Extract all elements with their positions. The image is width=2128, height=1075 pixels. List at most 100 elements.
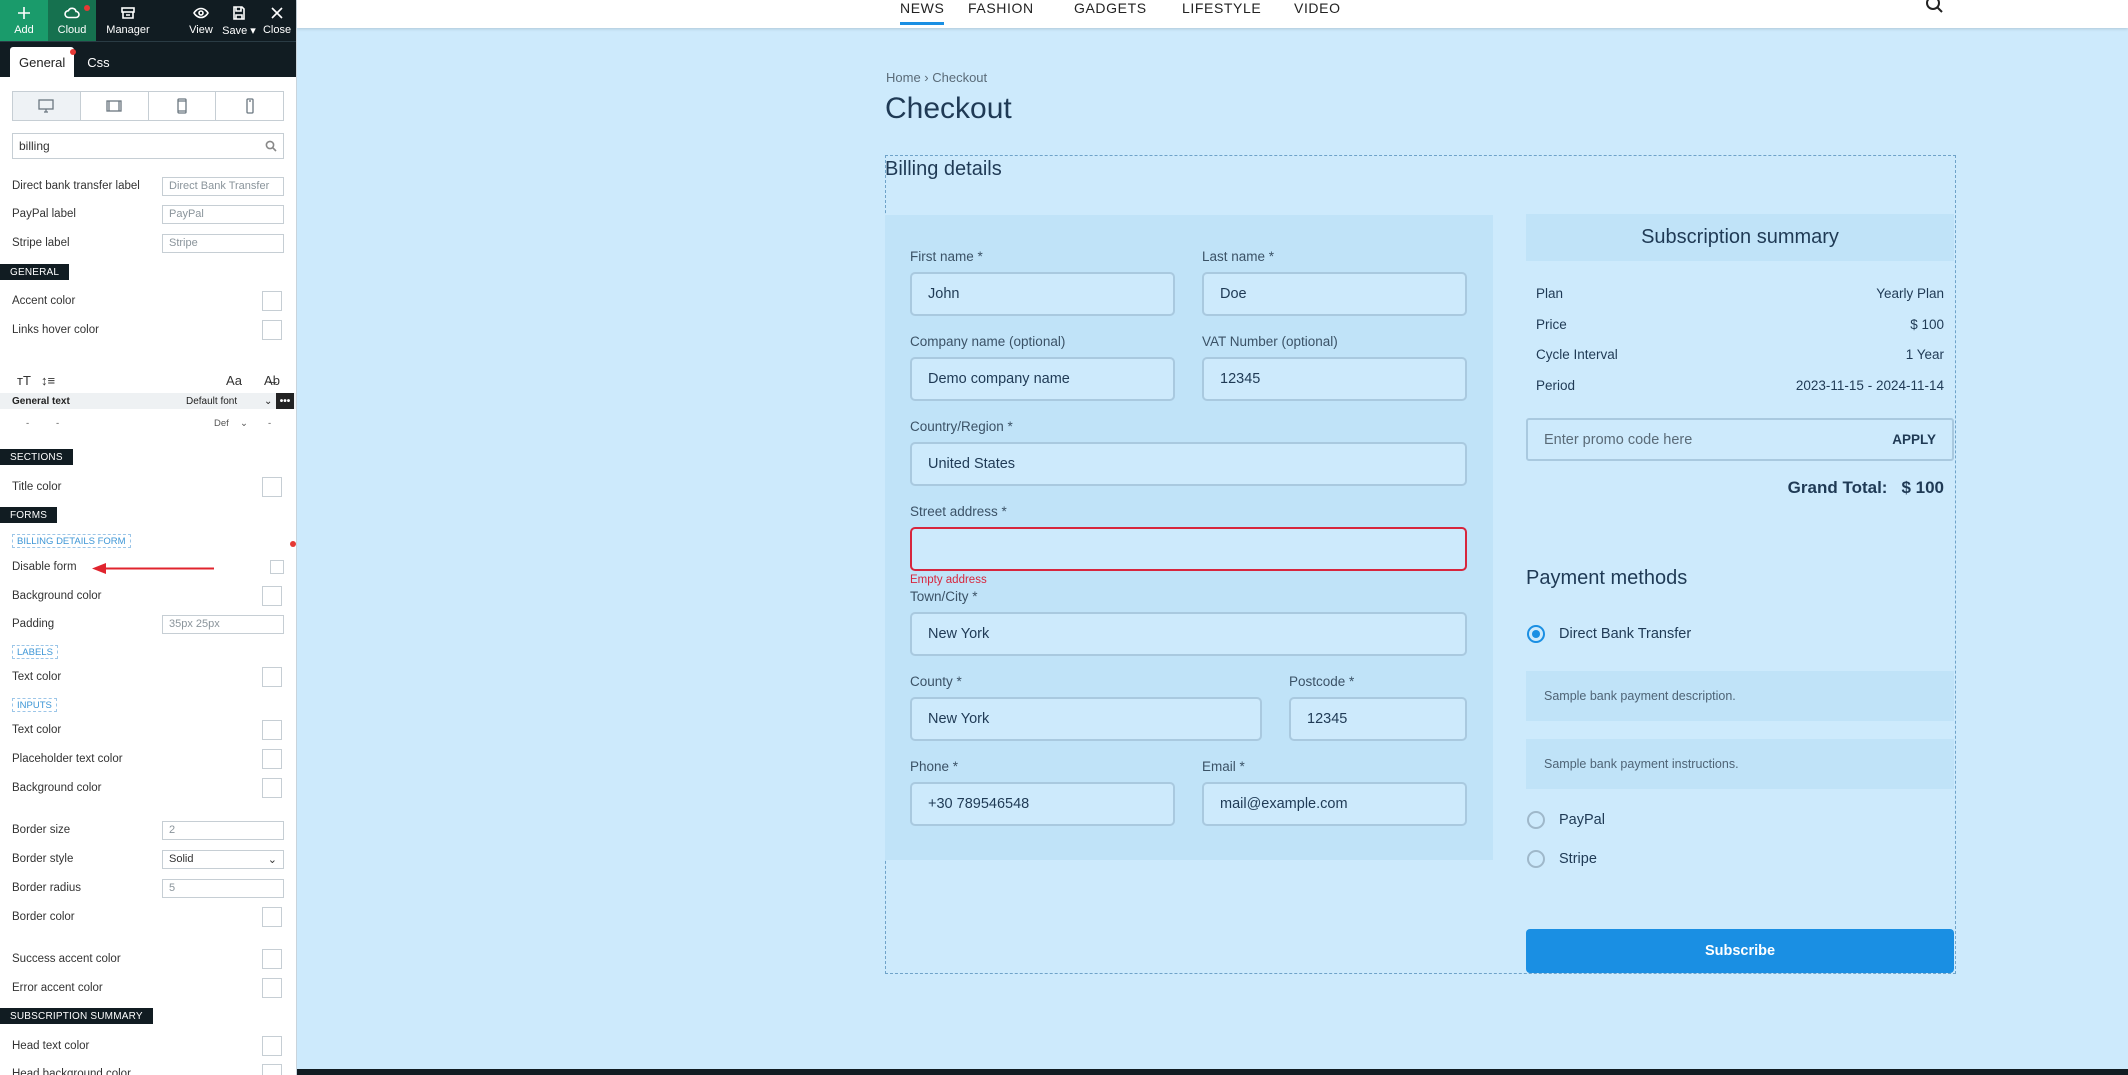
- section-head-general: GENERAL: [0, 264, 70, 280]
- radio-selected[interactable]: [1527, 625, 1545, 643]
- device-mobile[interactable]: [216, 92, 283, 120]
- head-text-color-swatch[interactable]: [262, 1036, 282, 1056]
- add-button[interactable]: Add: [0, 0, 48, 41]
- nav-item-news[interactable]: NEWS: [900, 0, 945, 25]
- title-color-swatch[interactable]: [262, 477, 282, 497]
- border-size-input[interactable]: 2: [162, 820, 284, 840]
- laptop-icon: [106, 100, 122, 112]
- chevron-down-icon: ⌄: [267, 853, 277, 866]
- border-style-select[interactable]: Solid ⌄: [162, 849, 284, 869]
- page-title: Checkout: [885, 92, 1012, 125]
- save-button[interactable]: Save ▾: [220, 0, 258, 41]
- vat-field[interactable]: 12345: [1202, 357, 1467, 401]
- inputs-background-swatch[interactable]: [262, 778, 282, 798]
- more-icon[interactable]: •••: [276, 393, 294, 409]
- breadcrumb[interactable]: Home › Checkout: [886, 70, 987, 85]
- text-size-icon[interactable]: ᴛT: [12, 373, 36, 388]
- tab-css[interactable]: Css: [78, 47, 118, 77]
- typography-tools: ᴛT ↕≡ Aa A̶b: [12, 369, 284, 391]
- font-weight-select[interactable]: Def: [214, 418, 229, 429]
- disable-form-checkbox[interactable]: [270, 560, 284, 574]
- paypal-label-input[interactable]: PayPal: [162, 204, 284, 224]
- manager-icon: [121, 7, 135, 19]
- labels-text-color-swatch[interactable]: [262, 667, 282, 687]
- editor-toolbar: Add Cloud Manager View Save ▾ Close: [0, 0, 296, 41]
- section-head-subscription-summary: SUBSCRIPTION SUMMARY: [0, 1008, 153, 1024]
- nav-item-lifestyle[interactable]: LIFESTYLE: [1182, 0, 1261, 16]
- radio-unselected[interactable]: [1527, 811, 1545, 829]
- street-field[interactable]: [910, 527, 1467, 571]
- device-tablet[interactable]: [149, 92, 217, 120]
- nav-item-gadgets[interactable]: GADGETS: [1074, 0, 1147, 16]
- inputs-text-color-swatch[interactable]: [262, 720, 282, 740]
- county-field[interactable]: New York: [910, 697, 1262, 741]
- subscribe-button[interactable]: Subscribe: [1526, 929, 1954, 973]
- device-desktop[interactable]: [13, 92, 81, 120]
- first-name-field[interactable]: John: [910, 272, 1175, 316]
- head-background-row: Head background color: [12, 1064, 284, 1075]
- notification-dot: [290, 541, 296, 547]
- inputs-background-row: Background color: [12, 778, 284, 798]
- save-icon: [233, 5, 245, 20]
- last-name-field[interactable]: Doe: [1202, 272, 1467, 316]
- site-footer: [297, 1069, 2128, 1075]
- radio-unselected[interactable]: [1527, 850, 1545, 868]
- success-accent-swatch[interactable]: [262, 949, 282, 969]
- cloud-icon: [64, 7, 80, 19]
- accent-color-row: Accent color: [12, 291, 284, 311]
- close-button[interactable]: Close: [258, 0, 296, 41]
- device-switcher: [12, 91, 284, 121]
- email-field[interactable]: mail@example.com: [1202, 782, 1467, 826]
- nav-item-fashion[interactable]: FASHION: [968, 0, 1034, 16]
- apply-button[interactable]: APPLY: [1892, 432, 1936, 447]
- billing-background-swatch[interactable]: [262, 586, 282, 606]
- postcode-field[interactable]: 12345: [1289, 697, 1467, 741]
- padding-input[interactable]: 35px 25px: [162, 614, 284, 634]
- error-accent-swatch[interactable]: [262, 978, 282, 998]
- mobile-icon: [245, 98, 254, 114]
- eye-icon: [193, 7, 209, 19]
- head-background-swatch[interactable]: [262, 1064, 282, 1075]
- links-hover-swatch[interactable]: [262, 320, 282, 340]
- font-case-icon[interactable]: Aa: [222, 373, 246, 388]
- search-input[interactable]: [19, 139, 265, 153]
- postcode-label: Postcode *: [1289, 674, 1355, 689]
- title-color-row: Title color: [12, 477, 284, 497]
- accent-color-swatch[interactable]: [262, 291, 282, 311]
- payment-option-bank[interactable]: Direct Bank Transfer: [1527, 625, 1691, 643]
- border-size-row: Border size 2: [12, 820, 284, 840]
- payment-option-paypal[interactable]: PayPal: [1527, 811, 1605, 829]
- promo-code-field[interactable]: Enter promo code here APPLY: [1526, 418, 1954, 461]
- stripe-label-input[interactable]: Stripe: [162, 233, 284, 253]
- border-color-row: Border color: [12, 907, 284, 927]
- promo-placeholder: Enter promo code here: [1544, 431, 1693, 448]
- tab-general[interactable]: General: [10, 47, 77, 77]
- placeholder-color-swatch[interactable]: [262, 749, 282, 769]
- subhead-billing-form: BILLING DETAILS FORM: [12, 534, 131, 548]
- summary-title: Subscription summary: [1526, 214, 1954, 261]
- device-laptop[interactable]: [81, 92, 149, 120]
- company-field[interactable]: Demo company name: [910, 357, 1175, 401]
- notification-dot: [84, 5, 90, 11]
- cloud-button[interactable]: Cloud: [48, 0, 96, 41]
- town-field[interactable]: New York: [910, 612, 1467, 656]
- grand-total: Grand Total: $ 100: [1787, 478, 1944, 497]
- search-icon[interactable]: [1925, 0, 1943, 18]
- subhead-inputs: INPUTS: [12, 698, 57, 712]
- border-radius-input[interactable]: 5: [162, 878, 284, 898]
- stripe-label-row: Stripe label Stripe: [12, 233, 284, 253]
- text-decoration-icon[interactable]: A̶b: [260, 373, 284, 388]
- payment-option-stripe[interactable]: Stripe: [1527, 850, 1597, 868]
- manager-button[interactable]: Manager: [96, 0, 160, 41]
- border-color-swatch[interactable]: [262, 907, 282, 927]
- direct-bank-label-input[interactable]: Direct Bank Transfer: [162, 176, 284, 196]
- view-button[interactable]: View: [182, 0, 220, 41]
- success-accent-row: Success accent color: [12, 949, 284, 969]
- notification-dot: [70, 49, 77, 55]
- country-field[interactable]: United States: [910, 442, 1467, 486]
- font-select[interactable]: Default font: [186, 396, 237, 407]
- line-height-icon[interactable]: ↕≡: [36, 373, 60, 388]
- nav-item-video[interactable]: VIDEO: [1294, 0, 1341, 16]
- phone-field[interactable]: +30 789546548: [910, 782, 1175, 826]
- panel-search: [12, 133, 284, 159]
